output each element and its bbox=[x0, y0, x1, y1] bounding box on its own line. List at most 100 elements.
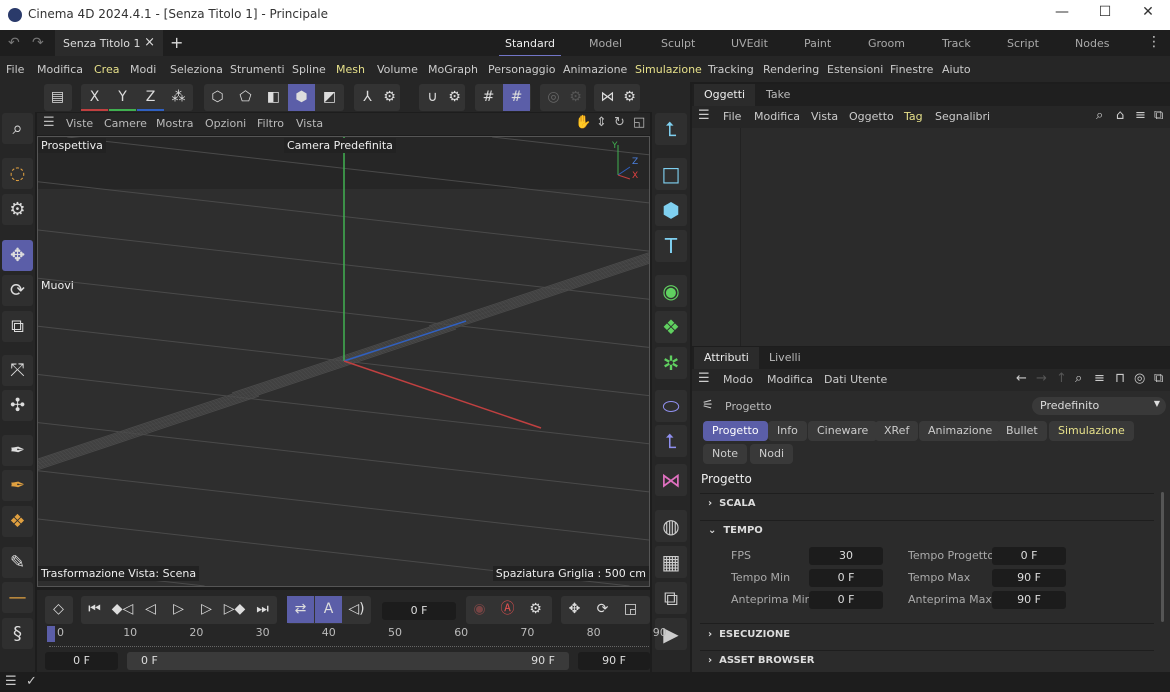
axis-settings-icon[interactable]: ⚙ bbox=[376, 84, 403, 111]
home-icon[interactable]: ⌂ bbox=[1116, 108, 1124, 123]
attributes-menu-icon[interactable]: ☰ bbox=[698, 371, 710, 386]
pan-icon[interactable]: ✋ bbox=[575, 115, 591, 130]
layout-tab-groom[interactable]: Groom bbox=[868, 37, 905, 50]
multi-transform-icon[interactable]: ✣ bbox=[2, 390, 33, 421]
layout-tab-uvedit[interactable]: UVEdit bbox=[731, 37, 768, 50]
text-icon[interactable]: T bbox=[655, 230, 687, 262]
playhead[interactable] bbox=[47, 626, 55, 642]
tempo-max-field[interactable]: 90 F bbox=[992, 569, 1066, 587]
environment-icon[interactable]: ◍ bbox=[655, 510, 687, 542]
cube-icon[interactable]: ⬢ bbox=[655, 194, 687, 226]
autokey-mode-icon[interactable]: A bbox=[315, 596, 342, 623]
layout-tab-nodes[interactable]: Nodes bbox=[1075, 37, 1109, 50]
move-tool-icon[interactable]: ✥ bbox=[2, 240, 33, 271]
lock-z-button[interactable]: Z bbox=[137, 84, 164, 111]
forward-arrow-icon[interactable]: → bbox=[1036, 371, 1047, 386]
tab-oggetti[interactable]: Oggetti bbox=[694, 84, 756, 106]
line-tool-icon[interactable]: — bbox=[2, 582, 33, 613]
filter-icon[interactable]: ≡ bbox=[1135, 108, 1146, 123]
attr-menu-dati-utente[interactable]: Dati Utente bbox=[824, 373, 887, 386]
3d-viewport[interactable]: Prospettiva Camera Predefinita Muovi Y Z… bbox=[37, 136, 650, 587]
layout-tab-standard[interactable]: Standard bbox=[498, 37, 562, 57]
chip-xref[interactable]: XRef bbox=[875, 421, 919, 441]
sketch-icon[interactable]: § bbox=[2, 618, 33, 649]
menu-volume[interactable]: Volume bbox=[377, 63, 418, 76]
vp-menu-opzioni[interactable]: Opzioni bbox=[205, 117, 246, 130]
scale-tool-icon[interactable]: ⧉ bbox=[2, 311, 33, 342]
filter-icon[interactable]: ≡ bbox=[1094, 371, 1105, 386]
anteprima-max-field[interactable]: 90 F bbox=[992, 591, 1066, 609]
tempo-min-field[interactable]: 0 F bbox=[809, 569, 883, 587]
cloner-icon[interactable]: ❖ bbox=[655, 311, 687, 343]
viewport-menu-icon[interactable]: ☰ bbox=[43, 115, 55, 130]
maximize-button[interactable]: ☐ bbox=[1095, 4, 1115, 24]
effector-icon[interactable]: ✲ bbox=[655, 347, 687, 379]
model-mode-icon[interactable]: ⬢ bbox=[288, 84, 315, 111]
close-window-button[interactable]: ✕ bbox=[1138, 4, 1158, 24]
obj-menu-file[interactable]: File bbox=[723, 110, 741, 123]
chip-note[interactable]: Note bbox=[703, 444, 748, 464]
lock-x-button[interactable]: X bbox=[81, 84, 108, 111]
objects-menu-icon[interactable]: ☰ bbox=[698, 108, 710, 123]
document-tab[interactable]: Senza Titolo 1 × bbox=[55, 30, 163, 56]
vp-menu-camere[interactable]: Camere bbox=[104, 117, 147, 130]
keyframe-icon[interactable]: ◇ bbox=[45, 596, 72, 623]
layout-tab-paint[interactable]: Paint bbox=[804, 37, 831, 50]
menu-mesh[interactable]: Mesh bbox=[336, 63, 365, 76]
keyframe-settings-icon[interactable]: ⚙ bbox=[522, 596, 549, 623]
menu-simulazione[interactable]: Simulazione bbox=[635, 63, 702, 76]
menu-strumenti[interactable]: Strumenti bbox=[230, 63, 285, 76]
back-arrow-icon[interactable]: ← bbox=[1016, 371, 1027, 386]
menu-mograph[interactable]: MoGraph bbox=[428, 63, 478, 76]
spline-smooth-icon[interactable]: ✒ bbox=[2, 470, 33, 501]
prev-key-icon[interactable]: ◆◁ bbox=[109, 596, 136, 623]
points-mode-icon[interactable]: ⬡ bbox=[204, 84, 231, 111]
null-object-icon[interactable]: ⮤ bbox=[655, 113, 687, 145]
edges-mode-icon[interactable]: ⬠ bbox=[232, 84, 259, 111]
section-tempo[interactable]: ⌄ TEMPO bbox=[708, 525, 763, 536]
next-frame-icon[interactable]: ▷ bbox=[193, 596, 220, 623]
live-selection-icon[interactable]: ◌ bbox=[2, 158, 33, 189]
obj-menu-vista[interactable]: Vista bbox=[811, 110, 838, 123]
tab-attributi[interactable]: Attributi bbox=[694, 347, 759, 369]
menu-animazione[interactable]: Animazione bbox=[563, 63, 627, 76]
autokey-icon[interactable]: Ⓐ bbox=[494, 596, 521, 623]
transform-tool-icon[interactable]: ⤧ bbox=[2, 355, 33, 386]
tab-livelli[interactable]: Livelli bbox=[759, 347, 811, 369]
projection-label[interactable]: Prospettiva bbox=[38, 138, 106, 153]
section-scala[interactable]: › SCALA bbox=[708, 498, 756, 509]
coordinate-system-icon[interactable]: ⁂ bbox=[165, 84, 192, 111]
rotate-tool-icon[interactable]: ⟳ bbox=[2, 275, 33, 306]
vp-menu-mostra[interactable]: Mostra bbox=[156, 117, 194, 130]
lock-icon[interactable]: ⊓ bbox=[1115, 371, 1125, 386]
sound-icon[interactable]: ◁) bbox=[343, 596, 370, 623]
menu-crea[interactable]: Crea bbox=[94, 63, 119, 76]
anteprima-min-field[interactable]: 0 F bbox=[809, 591, 883, 609]
menu-aiuto[interactable]: Aiuto bbox=[942, 63, 971, 76]
orbit-icon[interactable]: ↻ bbox=[614, 115, 625, 130]
snap-settings-icon[interactable]: ⚙ bbox=[441, 84, 468, 111]
subdivision-icon[interactable]: ◉ bbox=[655, 275, 687, 307]
go-to-end-icon[interactable]: ⏭ bbox=[249, 596, 276, 623]
chip-progetto[interactable]: Progetto bbox=[703, 421, 768, 441]
menu-file[interactable]: File bbox=[6, 63, 24, 76]
grid-lock-icon[interactable]: # bbox=[503, 84, 530, 111]
search-icon[interactable]: ⌕ bbox=[1096, 108, 1103, 123]
menu-seleziona[interactable]: Seleziona bbox=[170, 63, 223, 76]
search-icon[interactable]: ⌕ bbox=[2, 113, 33, 144]
fps-field[interactable]: 30 bbox=[809, 547, 883, 565]
attr-menu-modifica[interactable]: Modifica bbox=[767, 373, 813, 386]
start-frame-field[interactable]: 0 F bbox=[45, 652, 118, 670]
close-tab-icon[interactable]: × bbox=[144, 35, 155, 50]
next-key-icon[interactable]: ▷◆ bbox=[221, 596, 248, 623]
menu-estensioni[interactable]: Estensioni bbox=[827, 63, 883, 76]
chip-info[interactable]: Info bbox=[768, 421, 807, 441]
menu-rendering[interactable]: Rendering bbox=[763, 63, 819, 76]
attributes-scrollbar[interactable] bbox=[1161, 492, 1164, 622]
deformer-icon[interactable]: ⬭ bbox=[655, 390, 687, 422]
bend-icon[interactable]: ⋈ bbox=[655, 464, 687, 496]
menu-modi[interactable]: Modi bbox=[130, 63, 156, 76]
spline-tools-icon[interactable]: ❖ bbox=[2, 506, 33, 537]
vp-menu-filtro[interactable]: Filtro bbox=[257, 117, 284, 130]
menu-tracking[interactable]: Tracking bbox=[708, 63, 754, 76]
